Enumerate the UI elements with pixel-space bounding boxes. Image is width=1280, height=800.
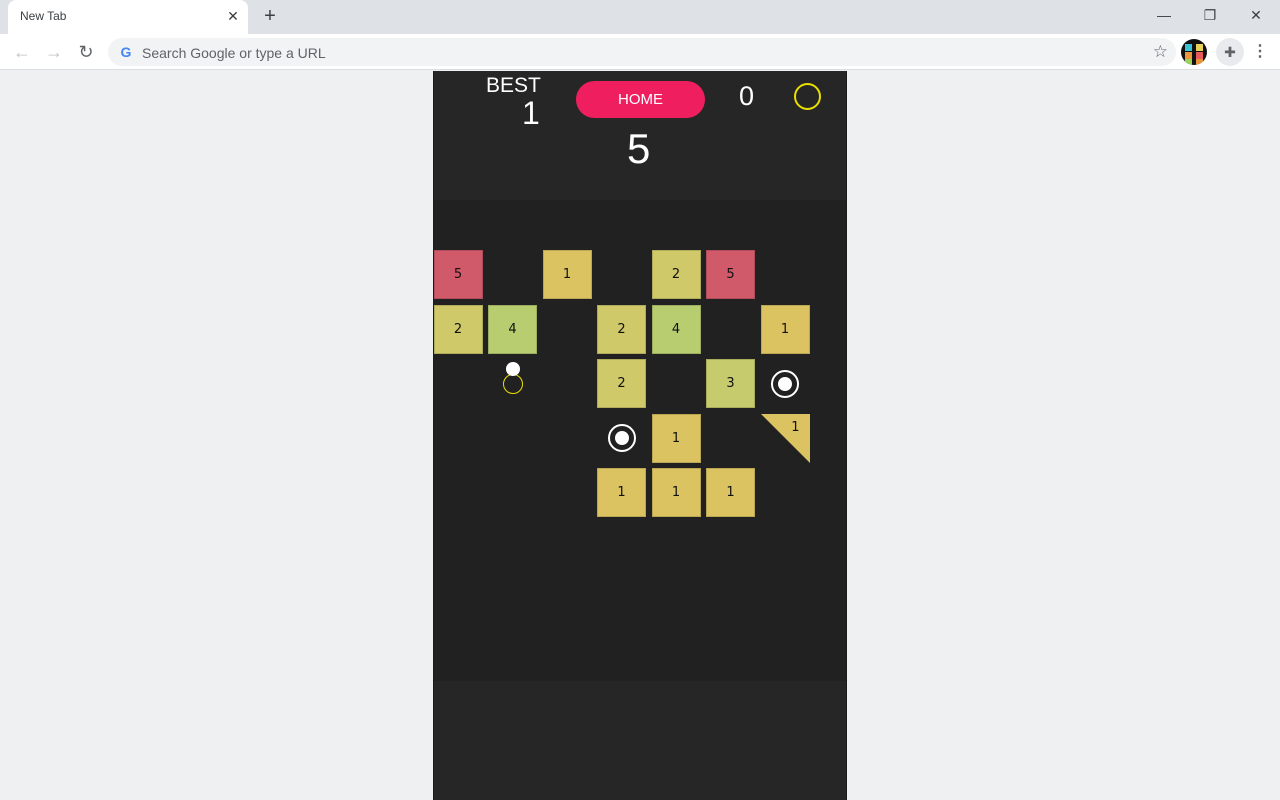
- game-footer[interactable]: [434, 681, 846, 800]
- minimize-icon[interactable]: —: [1141, 4, 1187, 26]
- player-ball: [505, 361, 520, 376]
- home-button[interactable]: HOME: [576, 81, 705, 118]
- block: 1: [542, 250, 592, 299]
- block: 2: [433, 304, 483, 354]
- game-container: BEST 1 HOME 0 5 5125242412311111: [433, 71, 847, 800]
- bookmark-star-icon[interactable]: ☆: [1153, 42, 1168, 62]
- coin-ring-icon: [502, 373, 523, 394]
- block: 1: [760, 304, 810, 354]
- triangle-block: 1: [760, 413, 810, 463]
- block: 1: [597, 468, 646, 517]
- extra-ball-pickup-icon: [607, 424, 636, 452]
- browser-menu-icon[interactable]: ⋮: [1252, 40, 1268, 64]
- window-close-icon[interactable]: ✕: [1233, 4, 1279, 26]
- back-arrow-icon[interactable]: ←: [10, 40, 34, 64]
- game-header: BEST 1 HOME 0 5: [434, 71, 846, 200]
- omnibox-placeholder[interactable]: Search Google or type a URL: [142, 45, 326, 61]
- block: 5: [706, 250, 755, 299]
- block: 1: [651, 468, 701, 517]
- block: 5: [433, 250, 483, 299]
- tab-title: New Tab: [20, 9, 67, 23]
- omnibox[interactable]: G Search Google or type a URL ☆: [108, 38, 1176, 66]
- block: 4: [488, 304, 537, 354]
- block: 1: [706, 468, 755, 517]
- coin-icon: [794, 83, 821, 110]
- tab-strip: New Tab ✕ + — ❐ ✕: [0, 0, 1280, 34]
- tab-new-tab[interactable]: New Tab ✕: [8, 0, 248, 34]
- block: 2: [597, 359, 646, 408]
- level-number: 5: [627, 125, 651, 172]
- forward-arrow-icon[interactable]: →: [42, 40, 66, 64]
- restore-icon[interactable]: ❐: [1187, 4, 1233, 26]
- block: 2: [651, 250, 701, 299]
- google-g-icon: G: [120, 44, 132, 60]
- game-board[interactable]: 5125242412311111: [433, 200, 846, 681]
- reload-icon[interactable]: ↻: [74, 40, 98, 64]
- block: 2: [597, 304, 646, 354]
- toolbar: ← → ↻ G Search Google or type a URL ☆: [0, 34, 1280, 70]
- block: 3: [706, 359, 755, 408]
- extensions-puzzle-icon[interactable]: ✚: [1216, 38, 1244, 66]
- profile-avatar-icon[interactable]: [1181, 39, 1207, 65]
- coin-count: 0: [739, 81, 755, 111]
- extra-ball-pickup-icon: [771, 369, 799, 398]
- close-tab-icon[interactable]: ✕: [225, 8, 241, 24]
- new-tab-plus-icon[interactable]: +: [260, 6, 280, 26]
- block-value: 1: [791, 419, 800, 435]
- block: 4: [651, 304, 701, 354]
- best-score: 1: [522, 95, 540, 131]
- block: 1: [651, 413, 701, 463]
